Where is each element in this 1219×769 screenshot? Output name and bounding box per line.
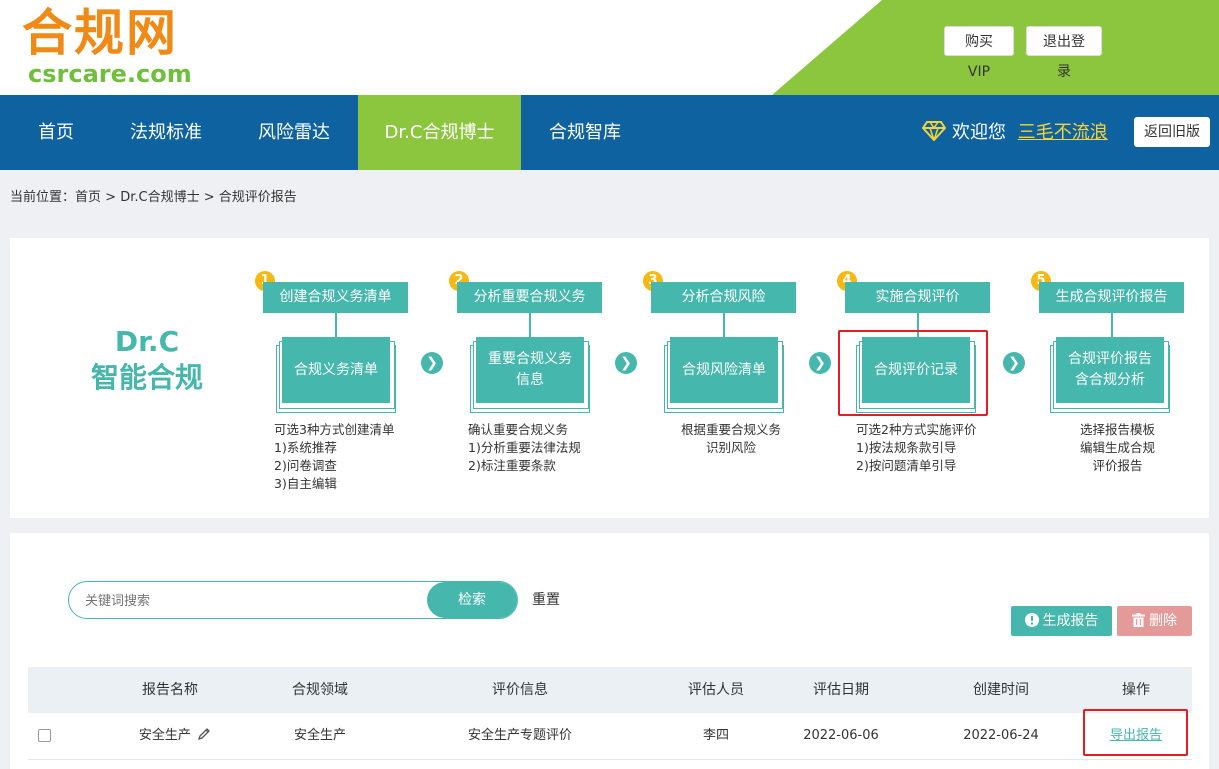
table-header: 报告名称 合规领域 评价信息 评估人员 评估日期 创建时间 操作 <box>28 667 1192 713</box>
drc-title-line2: 智能合规 <box>90 361 203 394</box>
nav-item-risk-radar[interactable]: 风险雷达 <box>240 95 348 170</box>
step-header: 创建合规义务清单 <box>263 282 408 313</box>
table-row: 安全生产 安全生产 安全生产专题评价 李四 2022-06-06 2022-06… <box>28 713 1192 760</box>
column-header: 操作 <box>1122 682 1150 698</box>
breadcrumb: 当前位置：首页 > Dr.C合规博士 > 合规评价报告 <box>10 186 297 205</box>
step-connector <box>335 313 337 337</box>
column-header: 报告名称 <box>142 682 198 698</box>
diamond-icon <box>921 121 947 143</box>
step-header: 分析重要合规义务 <box>457 282 602 313</box>
main-nav: 首页 法规标准 风险雷达 Dr.C合规博士 合规智库 欢迎您 三毛不流浪 返回旧… <box>0 95 1219 170</box>
drc-title: Dr.C 智能合规 <box>82 324 212 396</box>
step-header: 分析合规风险 <box>651 282 796 313</box>
report-name: 安全生产 <box>138 728 191 743</box>
step-connector <box>1111 313 1113 337</box>
step-doc-label: 合规义务清单 <box>282 337 390 403</box>
column-header: 评价信息 <box>492 682 548 698</box>
delete-button[interactable]: 删除 <box>1117 606 1192 636</box>
step-doc-label: 合规风险清单 <box>670 337 778 403</box>
step-header: 生成合规评价报告 <box>1039 282 1184 313</box>
breadcrumb-drc[interactable]: Dr.C合规博士 <box>120 190 199 205</box>
step-description: 确认重要合规义务 1)分析重要法律法规 2)标注重要条款 <box>468 422 581 473</box>
nav-item-home[interactable]: 首页 <box>18 95 94 170</box>
search-input[interactable] <box>83 582 417 620</box>
assessor-cell: 李四 <box>702 728 729 743</box>
logo-english[interactable]: csrcare.com <box>28 60 192 88</box>
column-header: 评估人员 <box>688 682 744 698</box>
column-header: 评估日期 <box>813 682 869 698</box>
username-link[interactable]: 三毛不流浪 <box>1018 122 1108 143</box>
nav-item-regulations[interactable]: 法规标准 <box>112 95 220 170</box>
highlight-box <box>838 330 988 416</box>
reset-button[interactable]: 重置 <box>532 589 560 609</box>
logo-chinese[interactable]: 合规网 <box>22 2 178 64</box>
welcome-text: 欢迎您 <box>952 122 1006 143</box>
step-doc-label: 合规评价报告 含合规分析 <box>1056 337 1164 403</box>
trash-icon <box>1132 613 1145 627</box>
chevron-right-icon: ❯ <box>809 352 831 374</box>
created-time-cell: 2022-06-24 <box>963 728 1039 743</box>
step-doc[interactable]: 合规义务清单 <box>276 337 396 413</box>
breadcrumb-prefix: 当前位置： <box>10 190 76 205</box>
breadcrumb-sep: > <box>105 190 117 205</box>
step-doc[interactable]: 重要合规义务 信息 <box>470 337 590 413</box>
search-button[interactable]: 检索 <box>427 582 517 618</box>
nav-item-think-tank[interactable]: 合规智库 <box>533 95 637 170</box>
generate-report-button[interactable]: 生成报告 <box>1011 606 1112 636</box>
old-version-button[interactable]: 返回旧版 <box>1134 117 1210 147</box>
search-box: 检索 <box>68 581 518 620</box>
row-checkbox[interactable] <box>38 729 51 742</box>
column-header: 合规领域 <box>292 682 348 698</box>
breadcrumb-home[interactable]: 首页 <box>75 190 101 205</box>
nav-item-drc[interactable]: Dr.C合规博士 <box>358 95 521 170</box>
step-doc[interactable]: 合规风险清单 <box>664 337 784 413</box>
assess-date-cell: 2022-06-06 <box>803 728 879 743</box>
evaluation-info-cell: 安全生产专题评价 <box>467 728 572 743</box>
breadcrumb-current: 合规评价报告 <box>218 190 297 205</box>
step-doc-label: 重要合规义务 信息 <box>476 337 584 403</box>
step-header: 实施合规评价 <box>845 282 990 313</box>
step-description: 可选2种方式实施评价 1)按法规条款引导 2)按问题清单引导 <box>856 422 977 473</box>
chevron-right-icon: ❯ <box>615 352 637 374</box>
drc-title-line1: Dr.C <box>114 325 180 358</box>
report-name-cell: 安全生产 <box>120 713 230 759</box>
chevron-right-icon: ❯ <box>1003 352 1025 374</box>
buy-vip-button[interactable]: 购买VIP <box>944 26 1014 80</box>
step-connector <box>723 313 725 337</box>
column-header: 创建时间 <box>973 682 1029 698</box>
step-connector <box>529 313 531 337</box>
delete-label: 删除 <box>1149 613 1177 629</box>
welcome-area: 欢迎您 三毛不流浪 <box>921 95 1108 170</box>
domain-cell: 安全生产 <box>293 728 346 743</box>
top-header: 合规网 csrcare.com 购买VIP 退出登录 <box>0 0 1219 95</box>
pencil-icon[interactable] <box>197 727 211 741</box>
breadcrumb-sep: > <box>203 190 215 205</box>
step-description: 可选3种方式创建清单 1)系统推荐 2)问卷调查 3)自主编辑 <box>274 422 395 491</box>
step-description: 根据重要合规义务 识别风险 <box>681 422 782 455</box>
chevron-right-icon: ❯ <box>421 352 443 374</box>
logout-button[interactable]: 退出登录 <box>1026 26 1102 80</box>
step-description: 选择报告模板 编辑生成合规 评价报告 <box>1080 422 1156 473</box>
generate-report-label: 生成报告 <box>1042 613 1099 629</box>
step-doc[interactable]: 合规评价报告 含合规分析 <box>1050 337 1170 413</box>
highlight-box <box>1083 709 1188 756</box>
info-icon <box>1024 613 1039 627</box>
